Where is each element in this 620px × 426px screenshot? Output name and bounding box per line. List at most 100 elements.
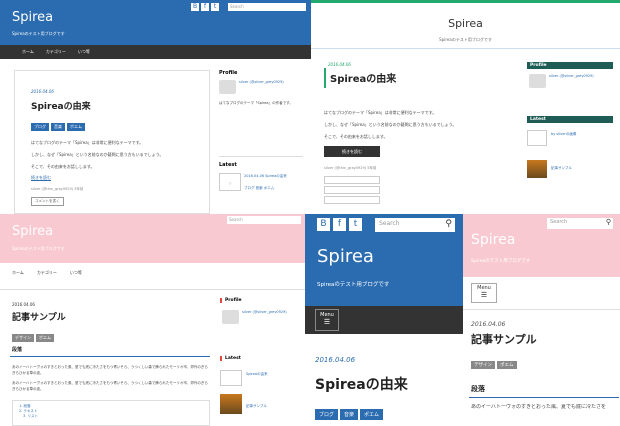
post-date: 2016.04.06: [31, 89, 54, 94]
search-placeholder: Search: [379, 220, 400, 227]
sidebar: Profile silver (@silver_grey0929) はてなブログ…: [219, 70, 303, 191]
search-icon[interactable]: ⚲: [606, 218, 611, 226]
search-input[interactable]: Search: [228, 3, 306, 11]
sidebar-latest-title: Latest: [527, 116, 613, 123]
search-input[interactable]: Search: [227, 216, 301, 224]
tag[interactable]: デザイン: [471, 361, 495, 369]
avatar: [529, 74, 546, 88]
screenshot-blue-desktop: Spirea Spireaのテスト用ブログです B f t Search ホーム…: [0, 0, 311, 214]
toc-box: 1. 段落 2. テキスト 3. リスト: [12, 400, 210, 426]
site-title[interactable]: Spirea: [471, 232, 515, 248]
tag[interactable]: 音楽: [340, 409, 359, 420]
site-title[interactable]: Spirea: [311, 17, 620, 30]
social-icons: B f t: [317, 218, 362, 231]
sidebar-profile-title: Profile: [220, 298, 302, 303]
comment-button[interactable]: コメントを書く: [31, 197, 64, 206]
sidebar-divider: [219, 156, 303, 157]
paragraph-2: あのイーハトーヴォのすきとおった風、夏でも底に冷たさをもつ青いそら、うつくしい森…: [12, 381, 208, 391]
site-tagline: Spireaのテスト用ブログです: [12, 31, 65, 36]
site-title[interactable]: Spirea: [12, 224, 53, 239]
social-icons: B f t: [191, 3, 219, 11]
share-button[interactable]: [324, 186, 380, 194]
share-buttons: [324, 176, 380, 204]
header-divider: [311, 48, 620, 49]
site-tagline: Spireaのテスト用ブログです: [439, 37, 492, 42]
post-date: 2016.04.06: [12, 302, 35, 307]
tag[interactable]: 音楽: [51, 123, 65, 131]
hatena-icon[interactable]: B: [317, 218, 330, 231]
search-input[interactable]: Search ⚲: [375, 218, 455, 232]
read-more-button[interactable]: 続きを読む: [324, 146, 380, 157]
sidebar-profile-title: Profile: [219, 70, 238, 76]
nav-home[interactable]: ホーム: [12, 270, 24, 276]
nav-divider: [0, 289, 305, 290]
profile-user-link[interactable]: silver (@silver_grey0929): [242, 310, 287, 314]
post-title[interactable]: 記事サンプル: [471, 331, 537, 347]
tag[interactable]: ポエム: [497, 361, 517, 369]
post-body-3: そこで、その由来をお話しします。: [324, 134, 388, 139]
search-input[interactable]: Search ⚲: [547, 218, 613, 229]
post-tags: ブログ 音楽 ポエム: [315, 401, 385, 420]
latest-thumb-autumn: [220, 394, 242, 414]
post-title[interactable]: Spireaの由来: [31, 99, 91, 112]
menu-button[interactable]: Menu ☰: [471, 283, 497, 303]
avatar: [219, 80, 236, 94]
latest-item-link[interactable]: 2016.04.06 Spireaの由来: [244, 174, 300, 179]
share-button[interactable]: [324, 196, 380, 204]
site-tagline: Spireaのテスト用ブログです: [471, 259, 531, 264]
site-title[interactable]: Spirea: [12, 10, 53, 25]
profile-desc: はてなブログのテーマ「Spirea」の作者です。: [219, 101, 293, 105]
twitter-icon[interactable]: t: [349, 218, 362, 231]
nav-about[interactable]: いつ等: [78, 49, 90, 55]
tag[interactable]: デザイン: [12, 334, 34, 342]
nav-home[interactable]: ホーム: [22, 49, 34, 55]
latest-item-link[interactable]: 記事サンプル: [551, 166, 572, 171]
tag[interactable]: ポエム: [36, 334, 54, 342]
post-body-2: しかし、なぜ「Spirea」という名前なのか疑問に思う方もいるでしょう。: [31, 152, 164, 157]
read-more-link[interactable]: 続きを読む: [31, 175, 51, 181]
screenshot-pink-desktop: Spirea Spireaのテスト用ブログです Search ホーム カテゴリー…: [0, 214, 305, 426]
profile-user-link[interactable]: silver (@silver_grey0929): [239, 80, 284, 84]
search-icon[interactable]: ⚲: [445, 219, 452, 229]
hamburger-icon: ☰: [480, 291, 488, 299]
post-tags: デザイン ポエム: [471, 351, 519, 370]
facebook-icon[interactable]: f: [333, 218, 346, 231]
post-title[interactable]: 記事サンプル: [12, 310, 66, 323]
latest-item-link[interactable]: 記事サンプル: [246, 404, 267, 409]
facebook-icon[interactable]: f: [201, 3, 209, 11]
share-button[interactable]: [324, 176, 380, 184]
tag[interactable]: ポエム: [67, 123, 85, 131]
sidebar-profile-title: Profile: [527, 62, 613, 69]
post-body-3: そこで、その由来をお話しします。: [31, 164, 95, 169]
post-title[interactable]: Spireaの由来: [315, 374, 408, 394]
menu-button[interactable]: Menu ☰: [315, 309, 339, 331]
article-card: 2016.04.06 Spireaの由来 ブログ 音楽 ポエム はてなブログのテーマ…: [14, 70, 210, 214]
post-body-1: はてなブログのテーマ「Spirea」は非常に便利なテーマです。: [324, 110, 437, 115]
profile-user-link[interactable]: silver (@silver_grey0929): [549, 74, 594, 78]
latest-thumb: [220, 370, 242, 386]
tag[interactable]: ポエム: [360, 409, 384, 420]
nav-divider: [463, 309, 620, 310]
post-title[interactable]: Spireaの由来: [330, 70, 396, 85]
latest-item-link[interactable]: by silverの画像: [551, 132, 576, 137]
sidebar: Profile silver (@silver_grey0929) Latest…: [527, 62, 613, 178]
heading-underline: [469, 397, 619, 398]
nav-category[interactable]: カテゴリー: [46, 49, 66, 55]
site-title[interactable]: Spirea: [317, 246, 374, 267]
site-tagline: Spireaのテスト用ブログです: [12, 246, 65, 251]
nav-category[interactable]: カテゴリー: [37, 270, 57, 276]
paragraph-1: あのイーハトーヴォのすきとおった風、夏でも底に冷たさを: [471, 404, 607, 410]
tag[interactable]: ブログ: [315, 409, 339, 420]
global-nav: ホーム カテゴリー いつ等: [12, 270, 82, 276]
post-meta: silver (@thin_gray0929) 5年前: [31, 187, 84, 191]
latest-item-link[interactable]: Spireaの由来: [246, 372, 268, 377]
hatena-icon[interactable]: B: [191, 3, 199, 11]
site-header: B f t Search ⚲ Spirea Spireaのテスト用ブログです: [305, 214, 463, 306]
screenshot-blue-mobile: B f t Search ⚲ Spirea Spireaのテスト用ブログです M…: [305, 214, 463, 426]
nav-about[interactable]: いつ等: [70, 270, 82, 276]
site-tagline: Spireaのテスト用ブログです: [317, 282, 390, 288]
tag[interactable]: ブログ: [31, 123, 49, 131]
paragraph-1: あのイーハトーヴォのすきとおった風、夏でも底に冷たさをもつ青いそら、うつくしい森…: [12, 365, 208, 375]
toc-item[interactable]: 3. リスト: [19, 414, 203, 419]
twitter-icon[interactable]: t: [211, 3, 219, 11]
